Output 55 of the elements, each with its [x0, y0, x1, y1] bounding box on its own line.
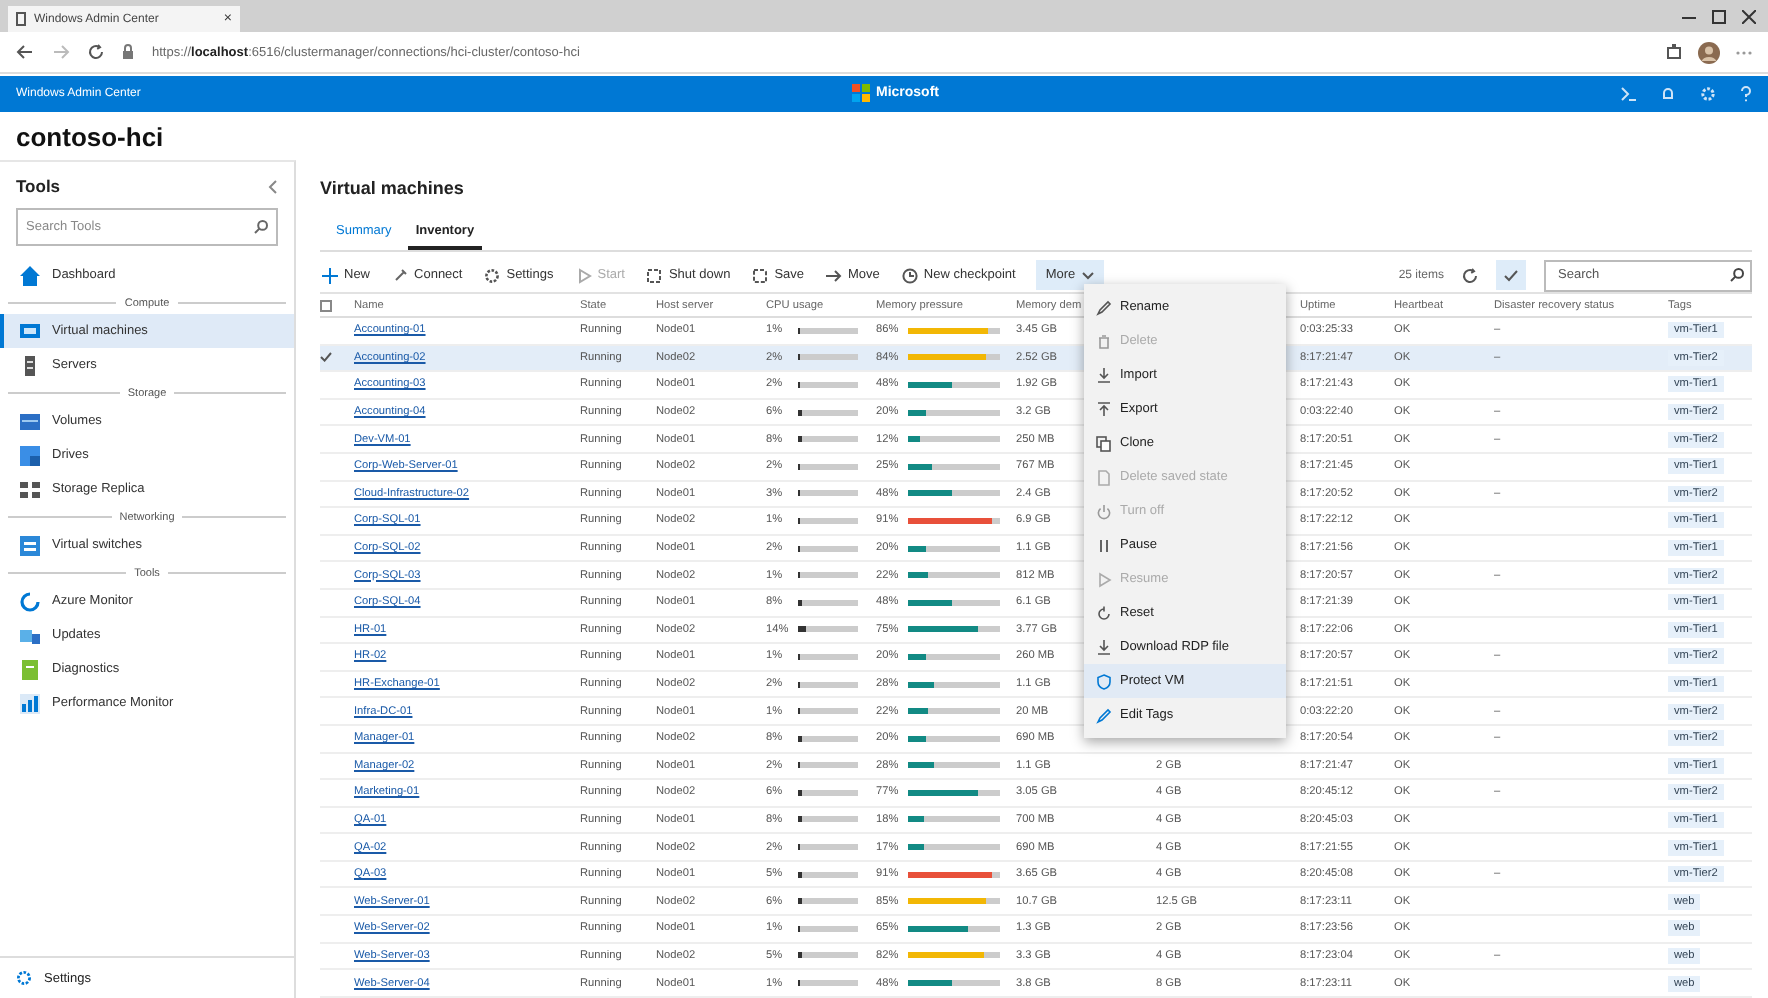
- play-icon: [1096, 571, 1112, 587]
- select-toggle-button[interactable]: [1496, 260, 1526, 290]
- window-icon: [20, 625, 40, 645]
- page-title: Virtual machines: [320, 176, 466, 202]
- sidebar-title: Tools: [16, 176, 63, 196]
- download-icon: [1096, 367, 1112, 383]
- page-icon: [16, 12, 26, 26]
- copy-icon: [1096, 435, 1112, 451]
- home-icon: [20, 265, 40, 285]
- search-icon: [1730, 268, 1744, 282]
- close-icon[interactable]: [1742, 9, 1756, 23]
- collapse-icon[interactable]: [268, 179, 278, 193]
- check-icon: [1504, 269, 1518, 281]
- maximize-icon[interactable]: [1712, 9, 1726, 23]
- shield-icon: [1096, 673, 1112, 689]
- refresh-icon[interactable]: [1462, 267, 1478, 283]
- play-icon: [575, 267, 592, 283]
- download-icon: [1096, 639, 1112, 655]
- clock-icon: [901, 267, 918, 283]
- back-icon[interactable]: [16, 44, 34, 60]
- gear-icon: [16, 970, 32, 986]
- refresh-icon[interactable]: [88, 44, 104, 60]
- search-icon: [254, 220, 268, 234]
- checkbox-icon[interactable]: [320, 299, 332, 311]
- settings-icon[interactable]: [1700, 86, 1716, 102]
- chevron-down-icon: [1081, 271, 1094, 279]
- pencil-icon: [1096, 299, 1112, 315]
- pencil-icon: [1096, 707, 1112, 723]
- pause-icon: [1096, 537, 1112, 553]
- server-icon: [20, 355, 40, 375]
- more-icon[interactable]: [1736, 49, 1752, 55]
- reset-icon: [1096, 605, 1112, 621]
- power-icon: [1096, 503, 1112, 519]
- trash-icon: [1096, 333, 1112, 349]
- four-squares-logo-icon: [852, 84, 870, 102]
- monitor-icon: [20, 321, 40, 341]
- check-icon[interactable]: [320, 352, 332, 363]
- help-icon[interactable]: [1740, 86, 1752, 102]
- switch-icon: [20, 535, 40, 555]
- cluster-title: contoso-hci: [14, 120, 166, 156]
- square-icon: [646, 267, 663, 283]
- ring-icon: [20, 591, 40, 611]
- drive-icon: [20, 445, 40, 465]
- terminal-icon[interactable]: [1620, 86, 1636, 102]
- lock-icon: [122, 44, 134, 60]
- chart-icon: [20, 693, 40, 713]
- grid-icon: [20, 479, 40, 499]
- arrow-icon: [826, 267, 843, 283]
- bell-icon[interactable]: [1660, 86, 1676, 102]
- document-icon: [1096, 469, 1112, 485]
- clipboard-icon: [20, 659, 40, 679]
- plus-icon: [322, 267, 338, 283]
- avatar-icon[interactable]: [1698, 41, 1720, 63]
- gear-icon: [484, 267, 501, 283]
- upload-icon: [1096, 401, 1112, 417]
